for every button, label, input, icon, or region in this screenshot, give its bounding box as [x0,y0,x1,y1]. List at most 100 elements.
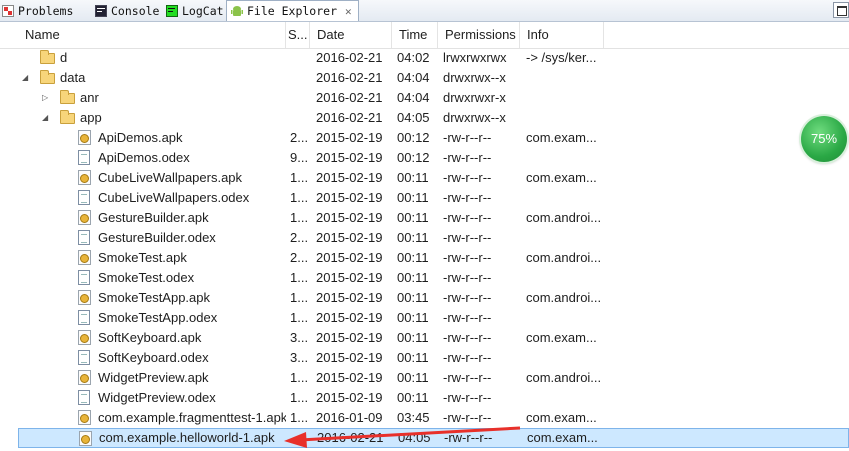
expand-arrow-icon[interactable]: ▷ [42,88,52,108]
file-name: GestureBuilder.apk [98,210,209,225]
column-header-size[interactable]: S... [286,22,310,48]
file-permissions: -rw-r--r-- [443,270,492,285]
file-size: 1... [290,390,309,405]
table-row[interactable]: CubeLiveWallpapers.odex 1... 2015-02-19 00:… [0,188,849,208]
file-name: SoftKeyboard.apk [98,330,202,345]
file-time: 00:11 [397,330,429,345]
file-permissions: -rw-r--r-- [443,210,492,225]
tab-label: File Explorer [247,4,338,18]
file-date: 2016-02-21 [316,50,383,65]
collapse-arrow-icon[interactable]: ◢ [22,68,32,88]
file-info [526,68,604,88]
file-permissions: -rw-r--r-- [443,230,492,245]
file-size: 3... [290,350,309,365]
tab-file-explorer[interactable]: File Explorer ✕ [226,0,359,21]
file-time: 00:11 [397,230,429,245]
file-date: 2016-02-21 [316,70,383,85]
file-name: app [80,110,102,125]
file-time: 00:11 [397,310,429,325]
table-row[interactable]: SoftKeyboard.apk 3... 2015-02-19 00:11 -rw-r… [0,328,849,348]
table-row[interactable]: WidgetPreview.apk 1... 2015-02-19 00:11 -rw-… [0,368,849,388]
problems-icon [2,4,14,17]
file-name: data [60,70,86,85]
close-icon[interactable]: ✕ [345,5,352,18]
folder-icon [60,90,75,104]
file-info [526,228,604,248]
tab-logcat[interactable]: LogCat [166,0,224,21]
table-row[interactable]: GestureBuilder.apk 1... 2015-02-19 00:11 -rw… [0,208,849,228]
file-size [291,428,311,448]
table-row[interactable]: SmokeTestApp.odex 1... 2015-02-19 00:11 -rw-… [0,308,849,328]
file-time: 04:04 [397,70,430,85]
file-time: 00:11 [397,250,429,265]
tab-label: LogCat [182,3,224,18]
file-info: com.exam... [527,430,598,445]
file-size: 2... [290,130,309,145]
file-time: 04:05 [398,430,431,445]
table-row[interactable]: SmokeTest.apk 2... 2015-02-19 00:11 -rw-r--r… [0,248,849,268]
table-row[interactable]: SoftKeyboard.odex 3... 2015-02-19 00:11 -rw-… [0,348,849,368]
file-permissions: drwxrwx--x [443,110,506,125]
file-time: 00:11 [397,390,429,405]
file-size: 3... [290,330,309,345]
file-size: 2... [290,230,309,245]
file-date: 2015-02-19 [316,370,383,385]
file-permissions: -rw-r--r-- [443,410,492,425]
file-date: 2015-02-19 [316,350,383,365]
file-name: SmokeTest.odex [98,270,195,285]
file-date: 2015-02-19 [316,270,383,285]
file-time: 00:11 [397,170,429,185]
table-row[interactable]: com.example.helloworld-1.apk 2016-02-21 04… [18,428,849,448]
file-date: 2015-02-19 [316,130,383,145]
progress-badge: 75% [801,116,847,162]
table-row[interactable]: ◢ data 2016-02-21 04:04 drwxrwx--x [0,68,849,88]
folder-icon [40,50,55,64]
file-permissions: -rw-r--r-- [444,430,493,445]
apk-file-icon [78,250,91,265]
file-time: 00:11 [397,290,429,305]
file-info: -> /sys/ker... [526,50,597,65]
file-time: 00:11 [397,270,429,285]
file-time: 00:11 [397,370,429,385]
file-info [526,148,604,168]
file-permissions: -rw-r--r-- [443,190,492,205]
table-row[interactable]: ◢ app 2016-02-21 04:05 drwxrwx--x [0,108,849,128]
tab-problems[interactable]: Problems [2,0,73,21]
column-header-info[interactable]: Info [520,22,604,48]
table-row[interactable]: WidgetPreview.odex 1... 2015-02-19 00:11 -rw… [0,388,849,408]
file-date: 2016-02-21 [316,110,383,125]
file-name: SmokeTestApp.apk [98,290,211,305]
folder-icon [60,110,75,124]
file-name: SmokeTest.apk [98,250,187,265]
file-size: 1... [290,270,309,285]
table-header: Name S... Date Time Permissions Info [0,22,849,49]
collapse-arrow-icon[interactable]: ◢ [42,108,52,128]
file-name: SoftKeyboard.odex [98,350,209,365]
table-row[interactable]: ApiDemos.odex 9... 2015-02-19 00:12 -rw-r--r… [0,148,849,168]
table-row[interactable]: ▷ anr 2016-02-21 04:04 drwxrwxr-x [0,88,849,108]
file-time: 04:05 [397,110,430,125]
file-date: 2015-02-19 [316,150,383,165]
apk-file-icon [78,170,91,185]
column-header-name[interactable]: Name [18,22,286,48]
minimize-view-button[interactable] [833,2,849,18]
table-row[interactable]: com.example.fragmenttest-1.apk 1... 2016-0… [0,408,849,428]
table-row[interactable]: d 2016-02-21 04:02 lrwxrwxrwx -> /sys/ker... [0,48,849,68]
table-row[interactable]: SmokeTest.odex 1... 2015-02-19 00:11 -rw-r--… [0,268,849,288]
file-date: 2015-02-19 [316,390,383,405]
file-info: com.exam... [526,410,597,425]
file-icon [78,150,90,165]
table-row[interactable]: CubeLiveWallpapers.apk 1... 2015-02-19 00:1… [0,168,849,188]
file-permissions: -rw-r--r-- [443,170,492,185]
table-row[interactable]: SmokeTestApp.apk 1... 2015-02-19 00:11 -rw-r… [0,288,849,308]
file-size: 1... [290,370,309,385]
tab-console[interactable]: Console [95,0,159,21]
column-header-permissions[interactable]: Permissions [438,22,520,48]
folder-icon [40,70,55,84]
column-header-date[interactable]: Date [310,22,392,48]
console-icon [95,4,107,17]
table-row[interactable]: GestureBuilder.odex 2... 2015-02-19 00:11 -r… [0,228,849,248]
table-row[interactable]: ApiDemos.apk 2... 2015-02-19 00:12 -rw-r--r-… [0,128,849,148]
column-header-time[interactable]: Time [392,22,438,48]
apk-file-icon [78,210,91,225]
